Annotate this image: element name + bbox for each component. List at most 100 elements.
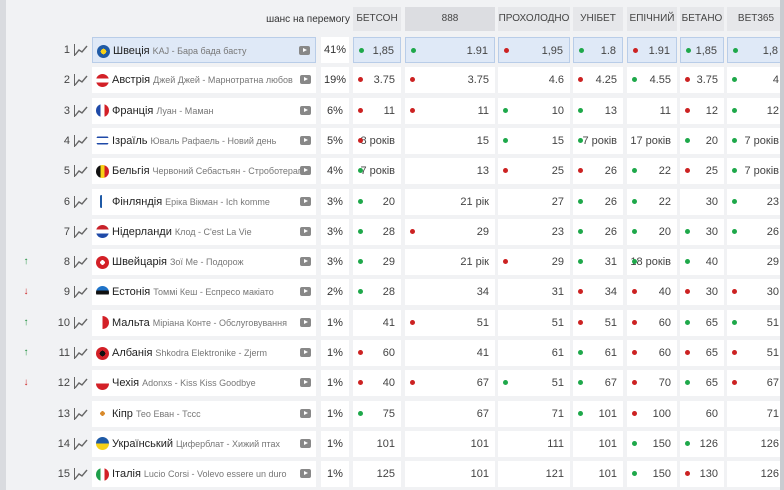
odds-cell[interactable]: 101 bbox=[573, 461, 623, 488]
odds-cell[interactable]: 20 bbox=[627, 218, 677, 245]
table-row[interactable]: 14 Український Циферблат - Хижий птах 1% 101… bbox=[0, 429, 784, 459]
table-row[interactable]: 15 Італія Lucio Corsi - Volevo essere un d… bbox=[0, 459, 784, 489]
odds-cell[interactable]: 70 bbox=[627, 370, 677, 397]
odds-cell[interactable]: 4 bbox=[727, 67, 784, 94]
odds-cell[interactable]: 30 bbox=[680, 279, 724, 306]
video-play-icon[interactable] bbox=[300, 105, 311, 115]
odds-cell[interactable]: 10 bbox=[498, 97, 570, 124]
odds-cell[interactable]: 101 bbox=[405, 430, 495, 457]
odds-cell[interactable]: 3.75 bbox=[405, 67, 495, 94]
odds-cell[interactable]: 12 bbox=[680, 97, 724, 124]
odds-cell[interactable]: 71 bbox=[727, 400, 784, 427]
table-row[interactable]: 13 Кіпр Тео Еван - Тссс 1% 75 67 71 101 100 60 71 bbox=[0, 399, 784, 429]
video-play-icon[interactable] bbox=[300, 317, 311, 327]
odds-cell[interactable]: 30 bbox=[727, 279, 784, 306]
table-row[interactable]: ↑ 11 Албанія Shkodra Elektronike - Zjerm 1% 6… bbox=[0, 338, 784, 368]
odds-cell[interactable]: 15 bbox=[405, 127, 495, 154]
odds-cell[interactable]: 28 bbox=[353, 218, 401, 245]
country-cell[interactable]: Фінляндія Еріка Вікман - Ich komme bbox=[92, 188, 316, 215]
country-cell[interactable]: Чехія Adonxs - Kiss Kiss Goodbye bbox=[92, 370, 316, 397]
odds-cell[interactable]: 65 bbox=[680, 370, 724, 397]
line-chart-icon[interactable] bbox=[74, 437, 88, 450]
country-cell[interactable]: Франція Луан - Маман bbox=[92, 97, 316, 124]
odds-cell[interactable]: 30 bbox=[680, 188, 724, 215]
bookmaker-header[interactable]: BET365 bbox=[727, 7, 784, 31]
odds-cell[interactable]: 126 bbox=[727, 430, 784, 457]
odds-cell[interactable]: 67 bbox=[405, 400, 495, 427]
odds-cell[interactable]: 51 bbox=[727, 309, 784, 336]
odds-cell[interactable]: 27 bbox=[498, 188, 570, 215]
bookmaker-header[interactable]: ПРОХОЛОДНО bbox=[498, 7, 570, 31]
odds-cell[interactable]: 101 bbox=[353, 430, 401, 457]
line-chart-icon[interactable] bbox=[74, 347, 88, 359]
odds-cell[interactable]: 130 bbox=[680, 461, 724, 488]
odds-cell[interactable]: 25 bbox=[498, 158, 570, 185]
odds-cell[interactable]: 75 bbox=[353, 400, 401, 427]
video-play-icon[interactable] bbox=[300, 287, 311, 297]
odds-cell[interactable]: 4.55 bbox=[627, 67, 677, 94]
country-cell[interactable]: Бельгія Червоний Себастьян - Строботерапі… bbox=[92, 158, 316, 185]
line-chart-icon[interactable] bbox=[74, 256, 88, 269]
odds-cell[interactable]: 1,85 bbox=[680, 37, 724, 63]
video-play-icon[interactable] bbox=[300, 438, 311, 448]
odds-cell[interactable]: 61 bbox=[498, 340, 570, 366]
odds-cell[interactable]: 29 bbox=[727, 249, 784, 276]
line-chart-icon[interactable] bbox=[74, 74, 88, 87]
odds-cell[interactable]: 61 bbox=[573, 340, 623, 366]
country-cell[interactable]: Нідерланди Клод - C'est La Vie bbox=[92, 218, 316, 245]
odds-cell[interactable]: 150 bbox=[627, 461, 677, 488]
odds-cell[interactable]: 67 bbox=[405, 370, 495, 397]
odds-cell[interactable]: 65 bbox=[680, 309, 724, 336]
line-chart-icon[interactable] bbox=[74, 195, 88, 208]
odds-cell[interactable]: 3.75 bbox=[680, 67, 724, 94]
odds-cell[interactable]: 60 bbox=[680, 400, 724, 427]
odds-cell[interactable]: 34 bbox=[573, 279, 623, 306]
odds-cell[interactable]: 22 bbox=[627, 158, 677, 185]
video-play-icon[interactable] bbox=[300, 469, 311, 479]
line-chart-icon[interactable] bbox=[74, 407, 88, 420]
table-row[interactable]: 6 Фінляндія Еріка Вікман - Ich komme 3% 20 21… bbox=[0, 187, 784, 217]
bookmaker-header[interactable]: ЕПІЧНИЙ bbox=[627, 7, 677, 31]
bookmaker-header[interactable]: УНІБЕТ bbox=[573, 7, 623, 31]
country-cell[interactable]: Швеція KAJ - Бара бада басту bbox=[92, 37, 316, 63]
odds-cell[interactable]: 7 років bbox=[353, 158, 401, 185]
line-chart-icon[interactable] bbox=[74, 468, 88, 481]
odds-cell[interactable]: 41 bbox=[353, 309, 401, 336]
country-cell[interactable]: Австрія Джей Джей - Марнотратна любов bbox=[92, 67, 316, 94]
odds-cell[interactable]: 31 bbox=[498, 279, 570, 306]
odds-cell[interactable]: 51 bbox=[498, 309, 570, 336]
odds-cell[interactable]: 101 bbox=[405, 461, 495, 488]
line-chart-icon[interactable] bbox=[74, 104, 88, 117]
odds-cell[interactable]: 29 bbox=[498, 249, 570, 276]
odds-cell[interactable]: 11 bbox=[627, 97, 677, 124]
table-row[interactable]: ↓ 9 Естонія Томмі Кеш - Еспресо макіато 2% 28… bbox=[0, 277, 784, 307]
odds-cell[interactable]: 8 років bbox=[353, 127, 401, 154]
odds-cell[interactable]: 4.6 bbox=[498, 67, 570, 94]
odds-cell[interactable]: 26 bbox=[573, 218, 623, 245]
odds-cell[interactable]: 51 bbox=[573, 309, 623, 336]
odds-cell[interactable]: 21 рік bbox=[405, 188, 495, 215]
odds-cell[interactable]: 51 bbox=[498, 370, 570, 397]
odds-cell[interactable]: 40 bbox=[680, 249, 724, 276]
odds-cell[interactable]: 25 bbox=[680, 158, 724, 185]
odds-cell[interactable]: 60 bbox=[353, 340, 401, 366]
odds-cell[interactable]: 26 bbox=[727, 218, 784, 245]
video-play-icon[interactable] bbox=[300, 378, 311, 388]
odds-cell[interactable]: 23 bbox=[498, 218, 570, 245]
table-row[interactable]: 3 Франція Луан - Маман 6% 11 11 10 13 11 12 12 bbox=[0, 96, 784, 126]
odds-cell[interactable]: 100 bbox=[627, 400, 677, 427]
table-row[interactable]: ↑ 8 Швейцарія Зої Ме - Подорож 3% 29 21 рік 29 3… bbox=[0, 247, 784, 277]
odds-cell[interactable]: 51 bbox=[405, 309, 495, 336]
odds-cell[interactable]: 34 bbox=[405, 279, 495, 306]
odds-cell[interactable]: 125 bbox=[353, 461, 401, 488]
odds-cell[interactable]: 21 рік bbox=[405, 249, 495, 276]
odds-cell[interactable]: 67 bbox=[573, 370, 623, 397]
odds-cell[interactable]: 30 bbox=[680, 218, 724, 245]
odds-cell[interactable]: 29 bbox=[405, 218, 495, 245]
odds-cell[interactable]: 26 bbox=[573, 188, 623, 215]
odds-cell[interactable]: 4.25 bbox=[573, 67, 623, 94]
odds-cell[interactable]: 1,8 bbox=[727, 37, 784, 63]
video-play-icon[interactable] bbox=[300, 348, 311, 357]
table-row[interactable]: ↑ 10 Мальта Міріана Конте - Обслуговування 1… bbox=[0, 308, 784, 338]
odds-cell[interactable]: 1.91 bbox=[627, 37, 677, 63]
